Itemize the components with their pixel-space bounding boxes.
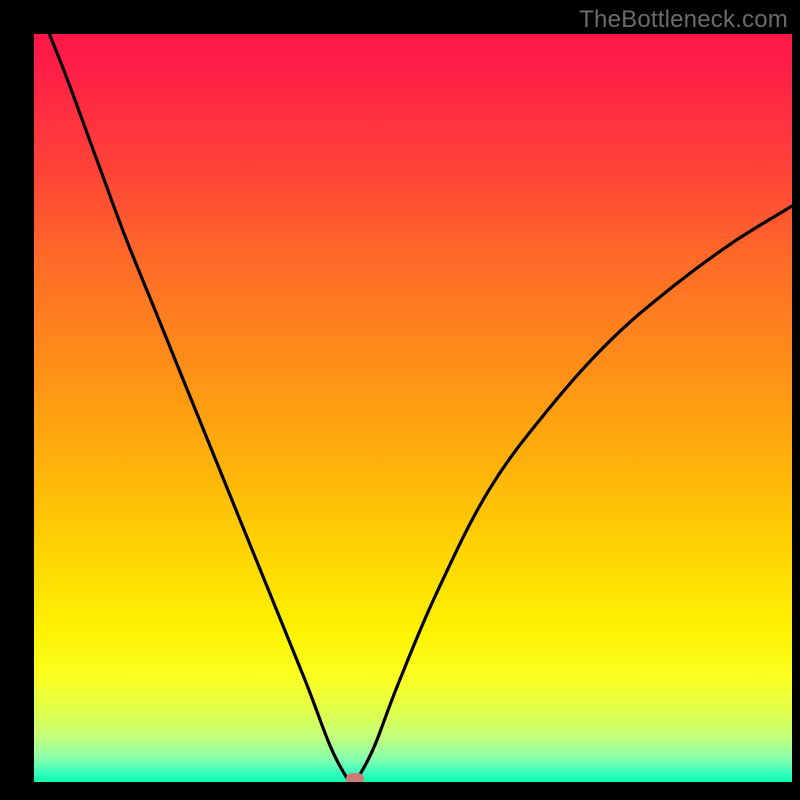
bottleneck-curve	[34, 34, 792, 782]
plot-area	[34, 34, 792, 782]
watermark-text: TheBottleneck.com	[579, 6, 788, 34]
minimum-marker	[346, 773, 364, 782]
curve-layer	[34, 34, 792, 782]
chart-frame: TheBottleneck.com	[0, 0, 800, 800]
